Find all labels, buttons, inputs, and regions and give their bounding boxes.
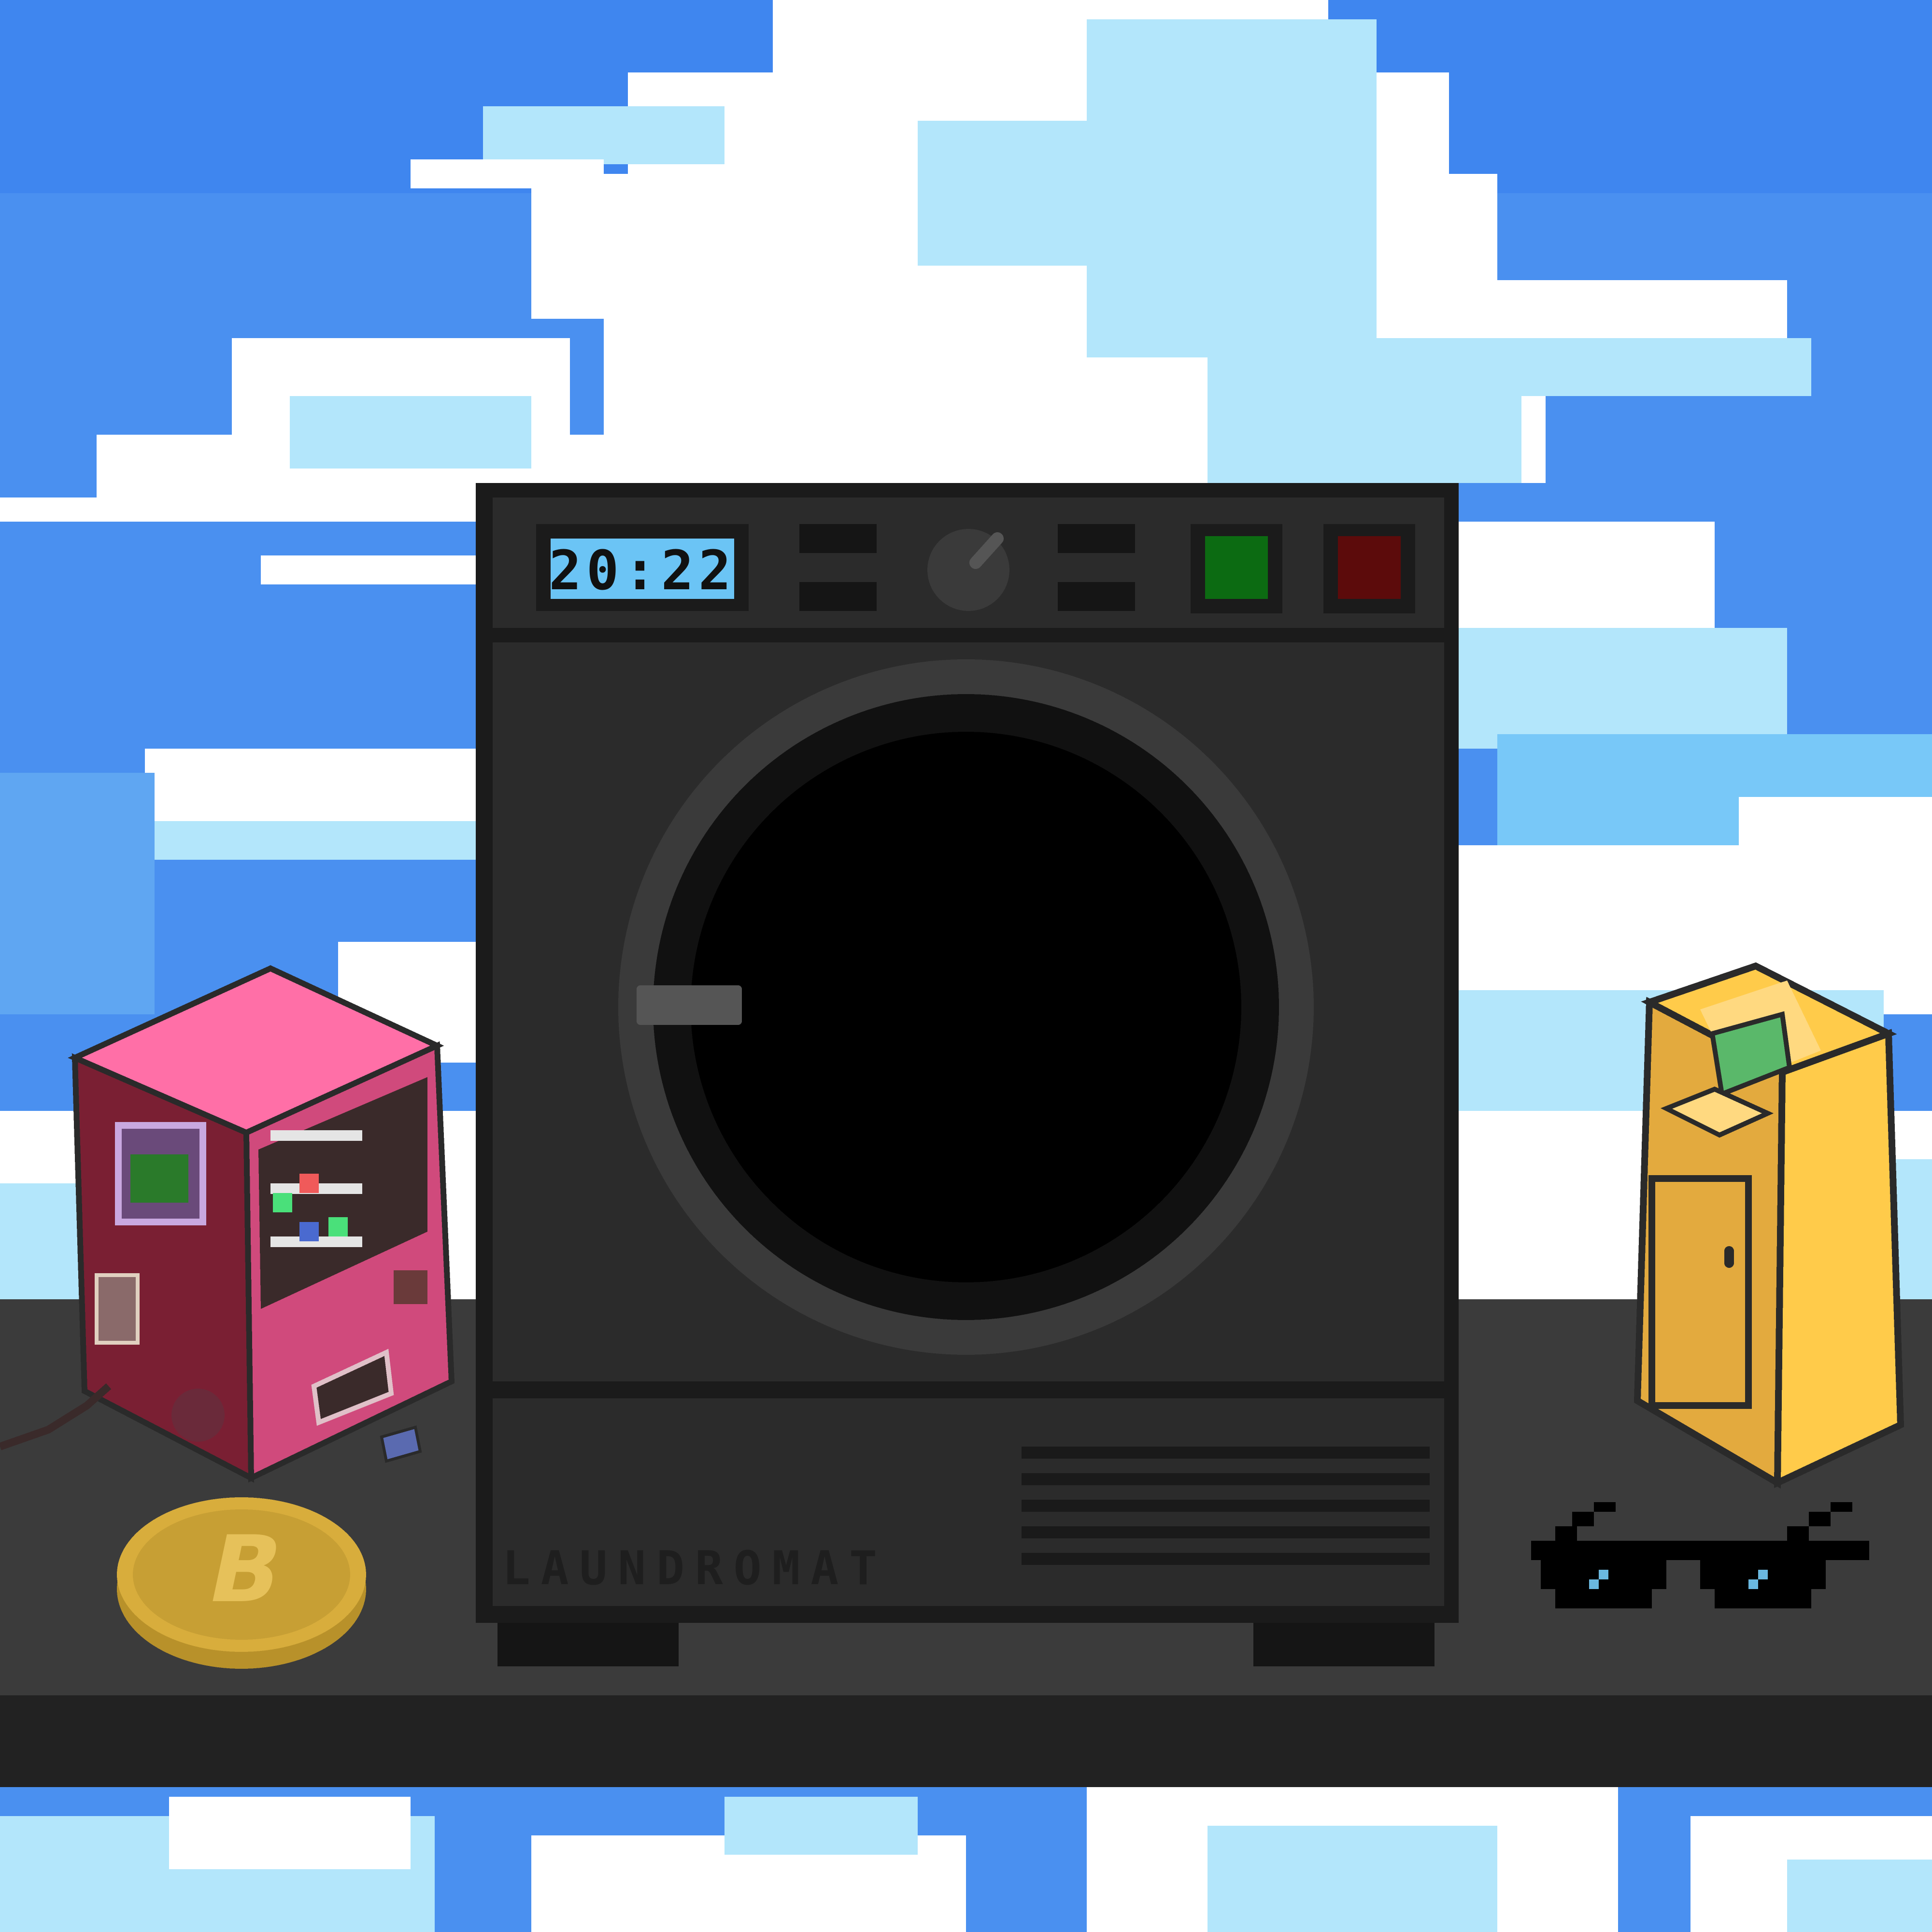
laundromat-scene: 20:22 LAUNDROMAT B bbox=[0, 0, 1932, 1932]
slot-button-2[interactable] bbox=[799, 582, 877, 611]
red-button-icon[interactable] bbox=[1338, 536, 1401, 599]
bitcoin-icon[interactable]: B bbox=[117, 1497, 366, 1669]
clouds-lower bbox=[0, 1787, 1932, 1932]
green-button-icon[interactable] bbox=[1205, 536, 1268, 599]
slot-button-4[interactable] bbox=[1058, 582, 1135, 611]
brand-label: LAUNDROMAT bbox=[502, 1541, 888, 1595]
counter-front bbox=[0, 1695, 1932, 1787]
door-window[interactable] bbox=[691, 732, 1241, 1282]
door-handle[interactable] bbox=[637, 985, 742, 1025]
washing-machine: 20:22 LAUNDROMAT bbox=[476, 483, 1459, 1666]
time-display-text: 20:22 bbox=[549, 540, 736, 602]
slot-button-3[interactable] bbox=[1058, 524, 1135, 553]
slot-button-1[interactable] bbox=[799, 524, 877, 553]
atm-kiosk-icon[interactable] bbox=[1634, 962, 1904, 1489]
machine-foot-left bbox=[497, 1623, 679, 1666]
machine-foot-right bbox=[1253, 1623, 1435, 1666]
